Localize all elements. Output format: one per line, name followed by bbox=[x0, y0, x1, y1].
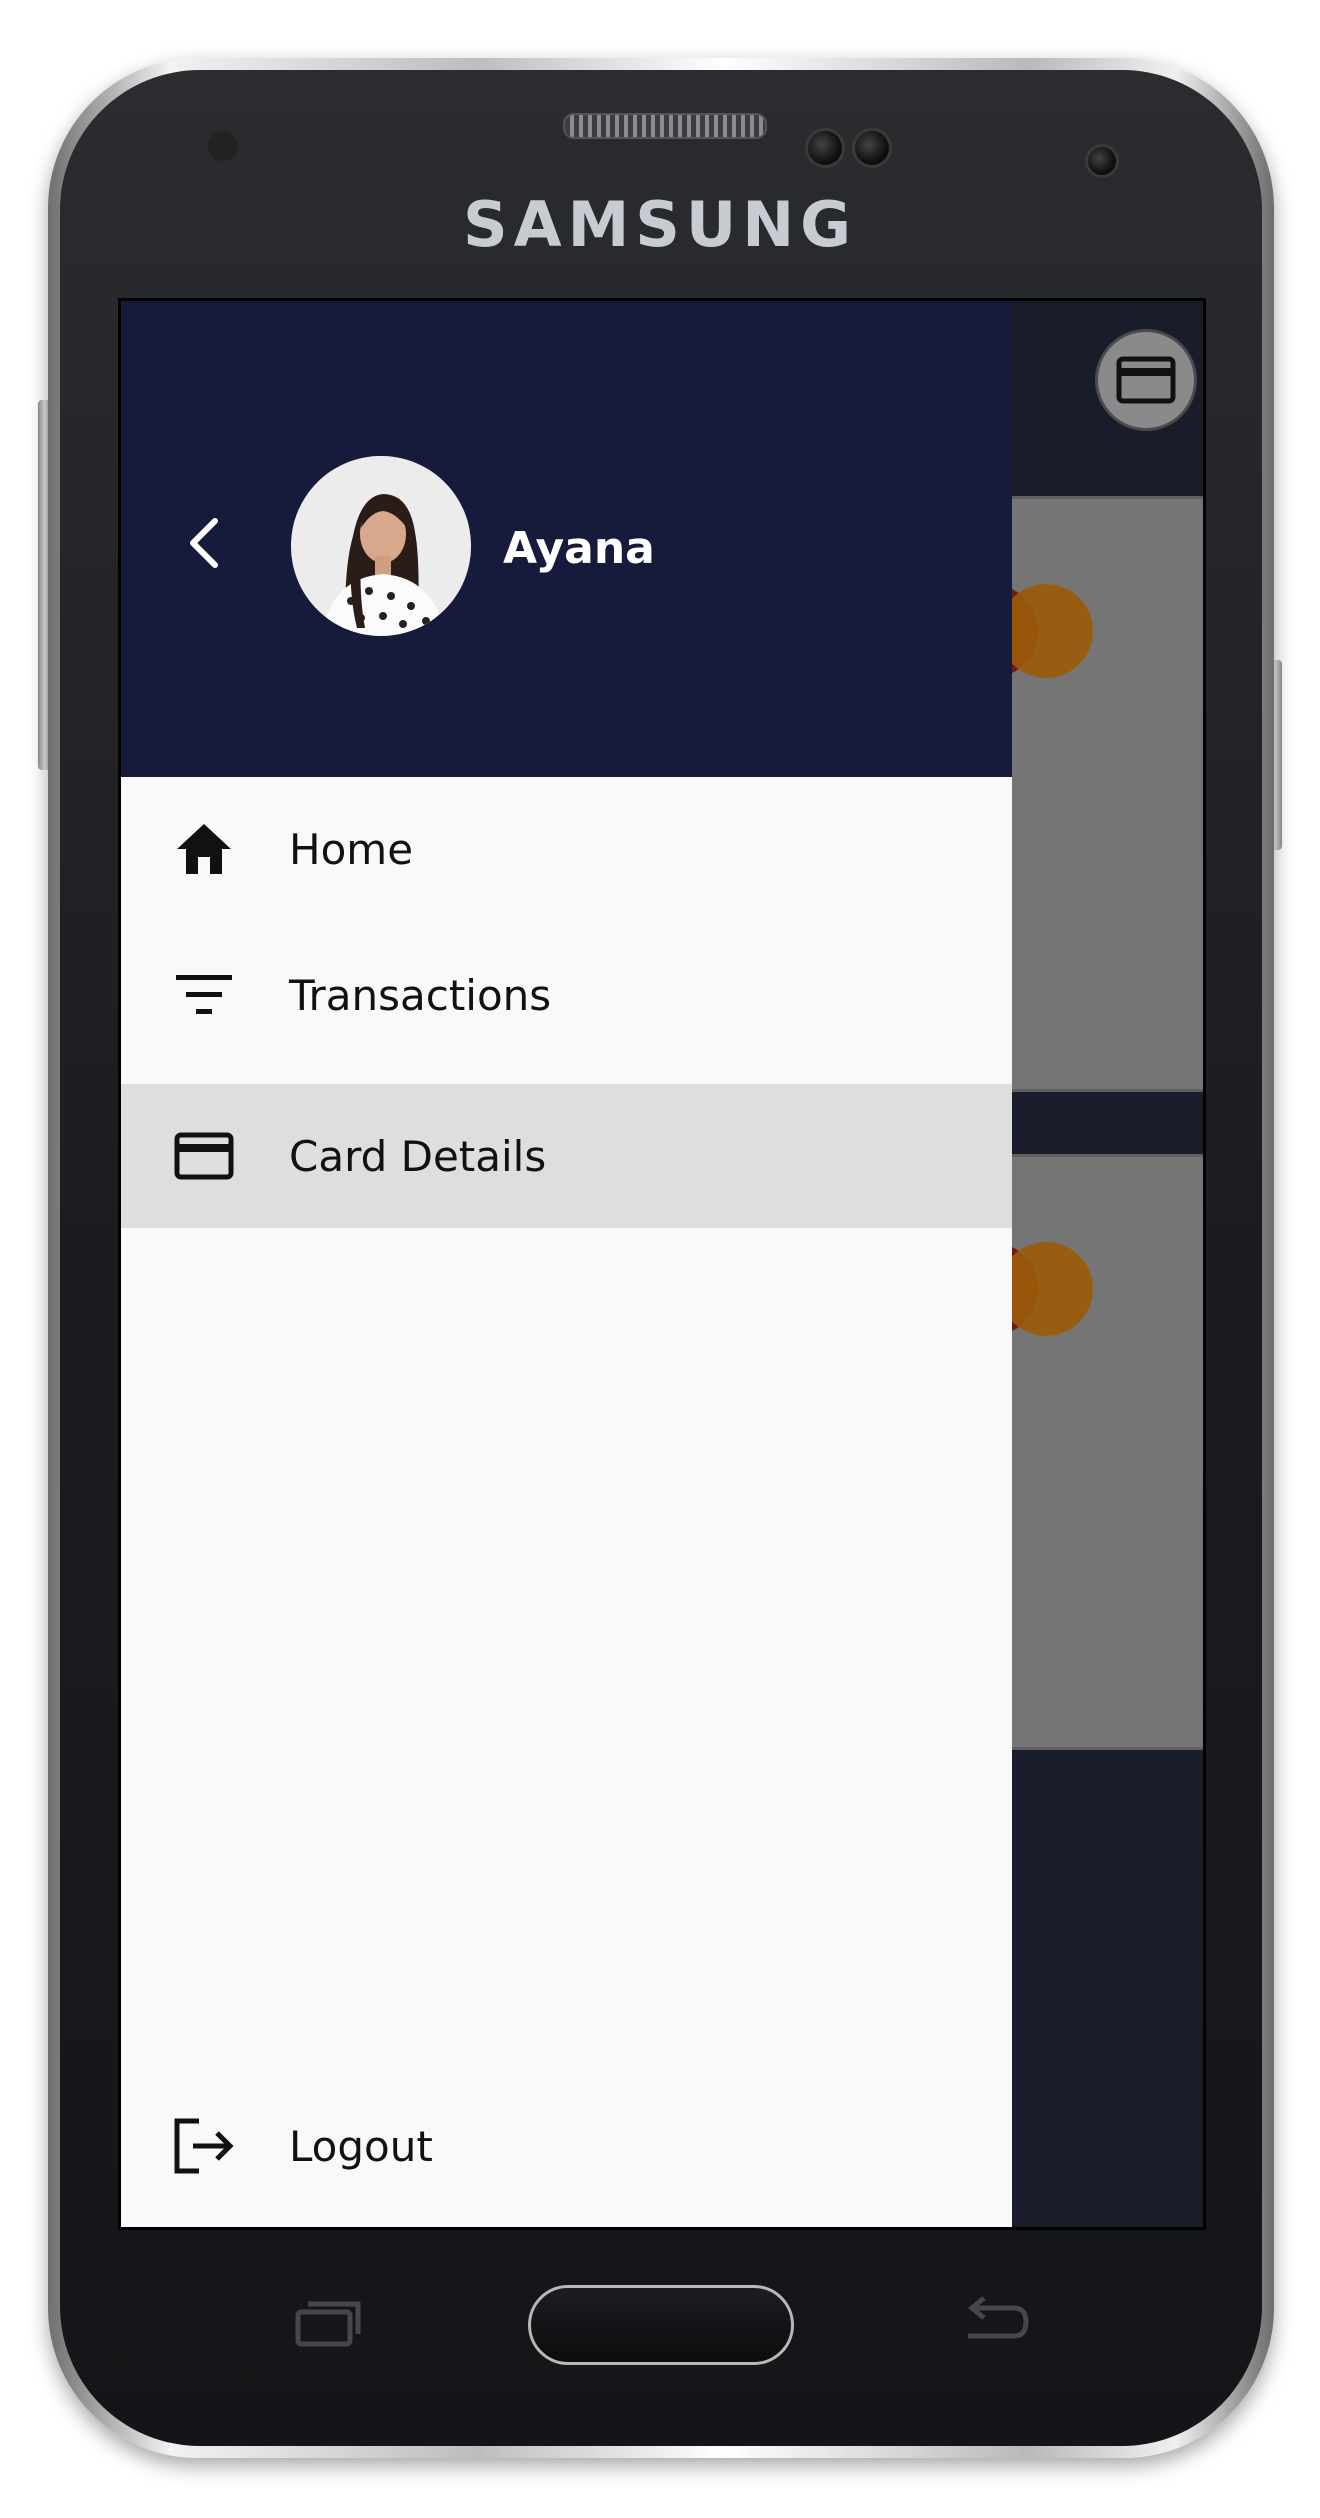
page: SAMSUNG Ayana Home Transactions Card Det… bbox=[0, 0, 1320, 2518]
card-action-button[interactable] bbox=[1095, 329, 1197, 431]
mastercard-logo-overlap bbox=[999, 584, 1093, 678]
logout-label: Logout bbox=[289, 2121, 433, 2171]
home-hardware-button[interactable] bbox=[528, 2285, 794, 2365]
chevron-left-icon bbox=[190, 518, 218, 568]
device-brand: SAMSUNG bbox=[462, 188, 858, 261]
avatar bbox=[291, 456, 471, 636]
front-camera bbox=[805, 128, 845, 168]
menu-item-transactions[interactable]: Transactions bbox=[121, 921, 1012, 1069]
back-button[interactable] bbox=[173, 511, 237, 575]
navigation-drawer: Ayana Home Transactions Card Details Log… bbox=[121, 301, 1012, 2227]
earpiece-speaker bbox=[563, 113, 767, 139]
menu-item-card-details[interactable]: Card Details bbox=[121, 1084, 1012, 1228]
credit-card-icon bbox=[171, 1123, 237, 1189]
back-arrow-icon[interactable] bbox=[958, 2294, 1032, 2350]
menu-item-label: Home bbox=[289, 824, 414, 874]
drawer-header: Ayana bbox=[121, 301, 1012, 777]
menu-item-home[interactable]: Home bbox=[121, 777, 1012, 921]
home-icon bbox=[171, 816, 237, 882]
logout-button[interactable]: Logout bbox=[121, 2074, 1012, 2218]
front-sensor bbox=[852, 128, 892, 168]
filter-icon bbox=[171, 962, 237, 1028]
user-name: Ayana bbox=[503, 523, 655, 574]
screen: Ayana Home Transactions Card Details Log… bbox=[118, 298, 1206, 2230]
menu-item-label: Card Details bbox=[289, 1131, 547, 1181]
credit-card-icon bbox=[1116, 356, 1176, 404]
mastercard-logo-overlap bbox=[999, 1242, 1093, 1336]
menu-item-label: Transactions bbox=[289, 970, 552, 1020]
logout-icon bbox=[171, 2113, 237, 2179]
sensor-dot bbox=[205, 128, 241, 164]
proximity-sensor bbox=[1085, 144, 1119, 178]
user-photo bbox=[291, 456, 471, 636]
recent-apps-icon[interactable] bbox=[294, 2298, 364, 2348]
